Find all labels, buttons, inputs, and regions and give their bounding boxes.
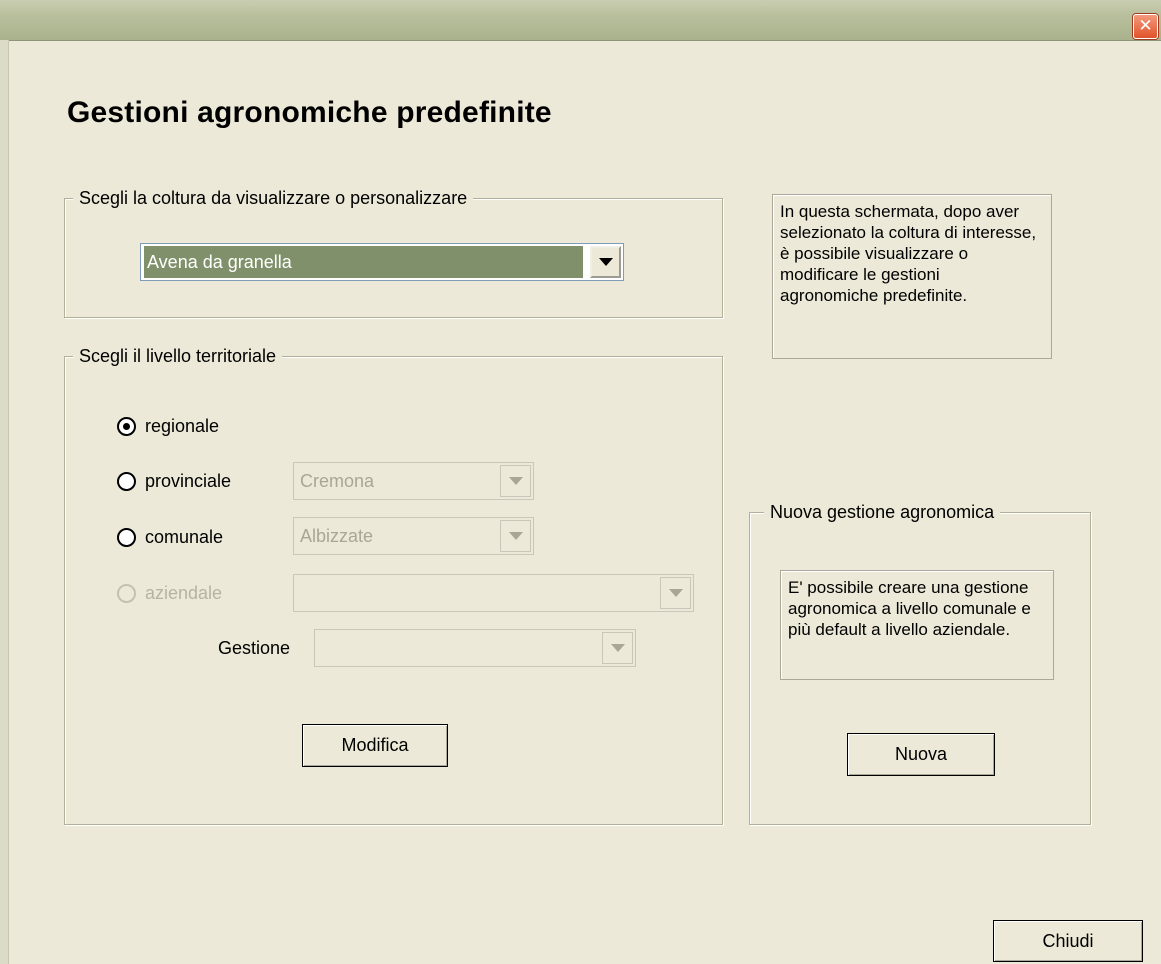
radio-circle[interactable] xyxy=(117,528,136,547)
title-bar[interactable]: ✕ xyxy=(0,0,1161,41)
radio-aziendale: aziendale xyxy=(117,583,222,604)
level-groupbox: Scegli il livello territoriale regionale… xyxy=(64,345,723,825)
radio-provinciale-label: provinciale xyxy=(145,471,232,491)
radio-provinciale[interactable]: provinciale xyxy=(117,471,231,492)
help-textbox: In questa schermata, dopo aver seleziona… xyxy=(772,194,1052,359)
chevron-down-icon[interactable] xyxy=(590,246,621,278)
crop-group-legend: Scegli la coltura da visualizzare o pers… xyxy=(73,187,474,209)
radio-comunale[interactable]: comunale xyxy=(117,527,223,548)
radio-comunale-label: comunale xyxy=(145,527,224,547)
crop-select[interactable]: Avena da granella xyxy=(140,243,624,281)
nuova-button[interactable]: Nuova xyxy=(847,733,995,776)
chevron-down-icon xyxy=(500,520,531,552)
close-icon[interactable]: ✕ xyxy=(1133,14,1158,39)
azienda-select-value xyxy=(297,577,653,609)
gestione-select-value xyxy=(318,632,595,664)
radio-circle-disabled xyxy=(117,584,136,603)
window-left-edge xyxy=(0,40,9,964)
crop-groupbox: Scegli la coltura da visualizzare o pers… xyxy=(64,187,723,318)
radio-circle-checked[interactable] xyxy=(117,417,136,436)
level-group-legend: Scegli il livello territoriale xyxy=(73,345,283,367)
new-groupbox: Nuova gestione agronomica E' possibile c… xyxy=(749,501,1091,825)
radio-regionale-label: regionale xyxy=(145,416,220,436)
new-info-textbox: E' possibile creare una gestione agronom… xyxy=(780,570,1054,680)
chevron-down-icon xyxy=(660,577,691,609)
crop-select-value: Avena da granella xyxy=(144,246,583,278)
new-group-legend: Nuova gestione agronomica xyxy=(764,501,1001,523)
comune-select: Albizzate xyxy=(293,517,534,555)
provincia-select-value: Cremona xyxy=(300,471,375,491)
azienda-select xyxy=(293,574,694,612)
comune-select-value: Albizzate xyxy=(300,526,374,546)
chiudi-button[interactable]: Chiudi xyxy=(993,920,1143,962)
page-title: Gestioni agronomiche predefinite xyxy=(67,96,552,129)
radio-aziendale-label: aziendale xyxy=(145,583,223,603)
radio-circle[interactable] xyxy=(117,472,136,491)
modifica-button[interactable]: Modifica xyxy=(302,724,448,767)
chevron-down-icon xyxy=(500,465,531,497)
gestione-label: Gestione xyxy=(218,638,291,658)
chevron-down-icon xyxy=(602,632,633,664)
gestione-select xyxy=(314,629,636,667)
provincia-select: Cremona xyxy=(293,462,534,500)
radio-regionale[interactable]: regionale xyxy=(117,416,219,437)
